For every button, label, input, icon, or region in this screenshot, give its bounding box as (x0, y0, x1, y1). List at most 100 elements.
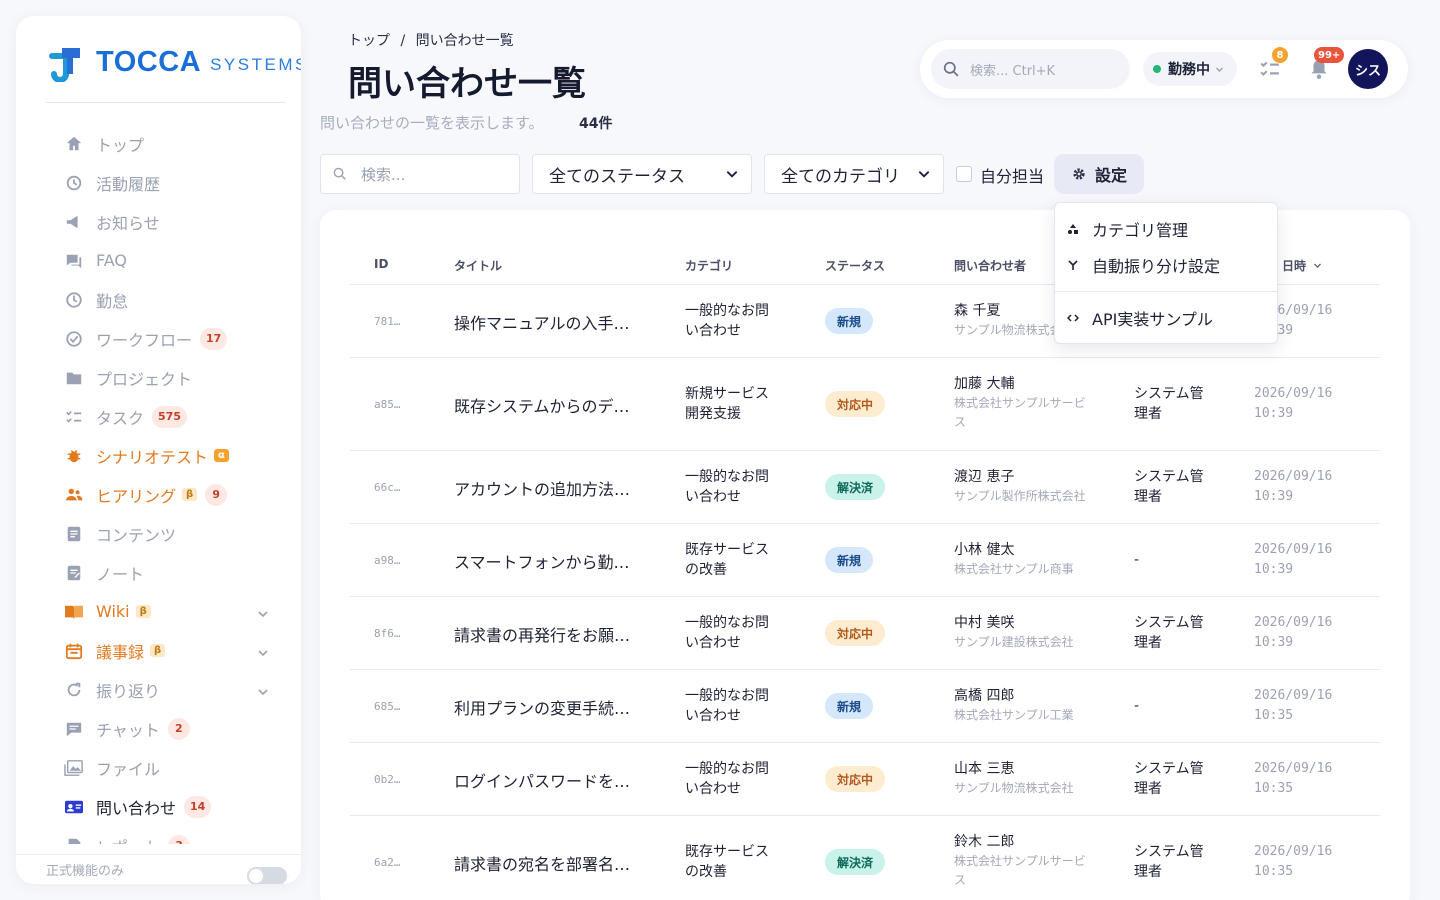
sidebar-item-label: お知らせ (96, 213, 160, 233)
sidebar-item-label: 活動履歴 (96, 174, 161, 194)
alpha-tag: α (214, 449, 229, 462)
sidebar-item-task[interactable]: タスク 575 (16, 397, 301, 436)
sidebar-item-attendance[interactable]: 勤怠 (16, 280, 301, 319)
sidebar-item-scenario-test[interactable]: シナリオテスト α (16, 436, 301, 475)
global-search-input[interactable]: 検索... Ctrl+K (931, 49, 1130, 89)
page-title: 問い合わせ一覧 (348, 64, 586, 104)
requester-company: 株式会社サンプルサービス (954, 396, 1086, 429)
code-icon (1067, 314, 1079, 322)
cell-assignee: システム管理者 (1134, 386, 1204, 422)
cell-datetime: 2026/09/16 10:39 (1254, 615, 1333, 650)
menu-item-auto-assign[interactable]: 自動振り分け設定 (1055, 248, 1277, 282)
cell-id: a85… (374, 398, 401, 411)
cell-title[interactable]: ログインパスワードを再… (454, 768, 639, 792)
status-badge: 対応中 (825, 766, 886, 792)
cell-title[interactable]: スマートフォンから勤怠… (454, 549, 639, 573)
requester-company: サンプル物流株式会社 (954, 781, 1074, 795)
settings-button[interactable]: 設定 (1054, 154, 1144, 194)
cell-requester: 渡辺 恵子 サンプル製作所株式会社 (954, 467, 1089, 506)
sidebar-item-inquiry[interactable]: 問い合わせ 14 (16, 787, 301, 826)
cell-requester: 加藤 大輔 株式会社サンプルサービス (954, 374, 1089, 432)
sidebar-item-hearing[interactable]: ヒアリング β 9 (16, 475, 301, 514)
sidebar-item-project[interactable]: プロジェクト (16, 358, 301, 397)
count-badge: 9 (205, 483, 228, 506)
cell-title[interactable]: 利用プランの変更手続き… (454, 695, 639, 719)
cell-category: 既存サービスの改善 (685, 542, 769, 578)
sidebar-item-label: 問い合わせ (96, 798, 177, 818)
table-row[interactable]: a98… スマートフォンから勤怠… 既存サービスの改善 新規 小林 健太 株式会… (350, 524, 1380, 597)
check-circle-icon (64, 329, 84, 349)
mine-only-label[interactable]: 自分担当 (980, 163, 1044, 187)
cell-id: 685… (374, 700, 401, 713)
column-header-category[interactable]: カテゴリ (685, 257, 733, 274)
cell-id: 66c… (374, 481, 401, 494)
breadcrumb-home[interactable]: トップ (348, 33, 390, 49)
bug-icon (64, 446, 84, 466)
sidebar-item-wiki[interactable]: Wiki β (16, 592, 301, 631)
search-input[interactable]: 検索... (320, 154, 520, 194)
sidebar-item-files[interactable]: ファイル (16, 748, 301, 787)
breadcrumb-separator: / (400, 33, 406, 49)
sidebar-item-faq[interactable]: FAQ (16, 241, 301, 280)
column-header-id[interactable]: ID (374, 257, 388, 271)
sidebar-item-label: プロジェクト (96, 369, 193, 389)
sidebar-item-minutes[interactable]: 議事録 β (16, 631, 301, 670)
sidebar-item-label: チャット (96, 720, 160, 740)
table-row[interactable]: 6a2… 請求書の宛名を部署名ま… 既存サービスの改善 解決済 鈴木 二郎 株式… (350, 816, 1380, 900)
menu-item-category-management[interactable]: カテゴリ管理 (1055, 212, 1277, 246)
global-search-placeholder: 検索... Ctrl+K (970, 63, 1056, 79)
sidebar-item-activity[interactable]: 活動履歴 (16, 163, 301, 202)
table-row[interactable]: 8f6… 請求書の再発行をお願い… 一般的なお問い合わせ 対応中 中村 美咲 サ… (350, 597, 1380, 670)
sidebar-item-top[interactable]: トップ (16, 124, 301, 163)
sidebar-item-workflow[interactable]: ワークフロー 17 (16, 319, 301, 358)
sidebar-item-label: FAQ (96, 251, 127, 270)
mine-only-checkbox[interactable] (956, 166, 972, 182)
task-count-badge: 8 (1272, 47, 1288, 63)
notification-button[interactable]: 99+ (1308, 47, 1345, 80)
breadcrumb-current: 問い合わせ一覧 (415, 33, 514, 49)
book-icon (64, 602, 84, 622)
cell-title[interactable]: 操作マニュアルの入手方… (454, 310, 639, 334)
cell-title[interactable]: 既存システムからのデー… (454, 393, 639, 417)
sidebar-item-news[interactable]: お知らせ (16, 202, 301, 241)
sidebar-item-report[interactable]: レポート 3 (16, 826, 301, 844)
cell-assignee: システム管理者 (1134, 615, 1204, 651)
menu-divider (1055, 291, 1277, 292)
cell-assignee: システム管理者 (1134, 469, 1204, 505)
table-row[interactable]: 0b2… ログインパスワードを再… 一般的なお問い合わせ 対応中 山本 三恵 サ… (350, 743, 1380, 816)
cell-datetime: 2026/09/16 10:35 (1254, 844, 1333, 879)
menu-item-api-sample[interactable]: API実装サンプル (1055, 301, 1277, 335)
user-avatar[interactable]: シス (1348, 49, 1388, 89)
cell-title[interactable]: 請求書の再発行をお願い… (454, 622, 639, 646)
table-row[interactable]: 66c… アカウントの追加方法に… 一般的なお問い合わせ 解決済 渡辺 恵子 サ… (350, 451, 1380, 524)
cell-title[interactable]: 請求書の宛名を部署名ま… (454, 851, 639, 875)
category-filter-select[interactable]: 全てのカテゴリ (764, 154, 944, 194)
requester-name: 中村 美咲 (954, 615, 1015, 631)
beta-tag: β (150, 644, 166, 657)
cell-requester: 中村 美咲 サンプル建設株式会社 (954, 613, 1089, 652)
column-header-status[interactable]: ステータス (825, 257, 885, 274)
table-row[interactable]: a85… 既存システムからのデー… 新規サービス開発支援 対応中 加藤 大輔 株… (350, 358, 1380, 451)
divider (46, 102, 286, 103)
column-header-datetime[interactable]: 日時 (1282, 257, 1322, 274)
sidebar-item-contents[interactable]: コンテンツ (16, 514, 301, 553)
chevron-down-icon[interactable] (257, 683, 269, 702)
sidebar-item-note[interactable]: ノート (16, 553, 301, 592)
column-header-requester[interactable]: 問い合わせ者 (954, 257, 1026, 274)
sidebar-item-chat[interactable]: チャット 2 (16, 709, 301, 748)
official-only-toggle[interactable] (247, 867, 287, 884)
task-checklist-button[interactable]: 8 (1259, 47, 1288, 80)
work-status-dropdown[interactable]: 勤務中 (1143, 52, 1237, 86)
chevron-down-icon[interactable] (257, 605, 269, 624)
status-filter-select[interactable]: 全てのステータス (532, 154, 752, 194)
sidebar-item-label: Wiki (96, 602, 130, 621)
column-header-title[interactable]: タイトル (454, 257, 502, 274)
sidebar-item-retrospective[interactable]: 振り返り (16, 670, 301, 709)
table-row[interactable]: 685… 利用プランの変更手続き… 一般的なお問い合わせ 新規 高橋 四郎 株式… (350, 670, 1380, 743)
cell-title[interactable]: アカウントの追加方法に… (454, 476, 639, 500)
logo[interactable]: TOCCA SYSTEMS (48, 42, 301, 83)
chevron-down-icon[interactable] (257, 644, 269, 663)
status-badge: 新規 (825, 308, 874, 334)
cell-category: 一般的なお問い合わせ (685, 303, 769, 339)
chat-icon (64, 719, 84, 739)
